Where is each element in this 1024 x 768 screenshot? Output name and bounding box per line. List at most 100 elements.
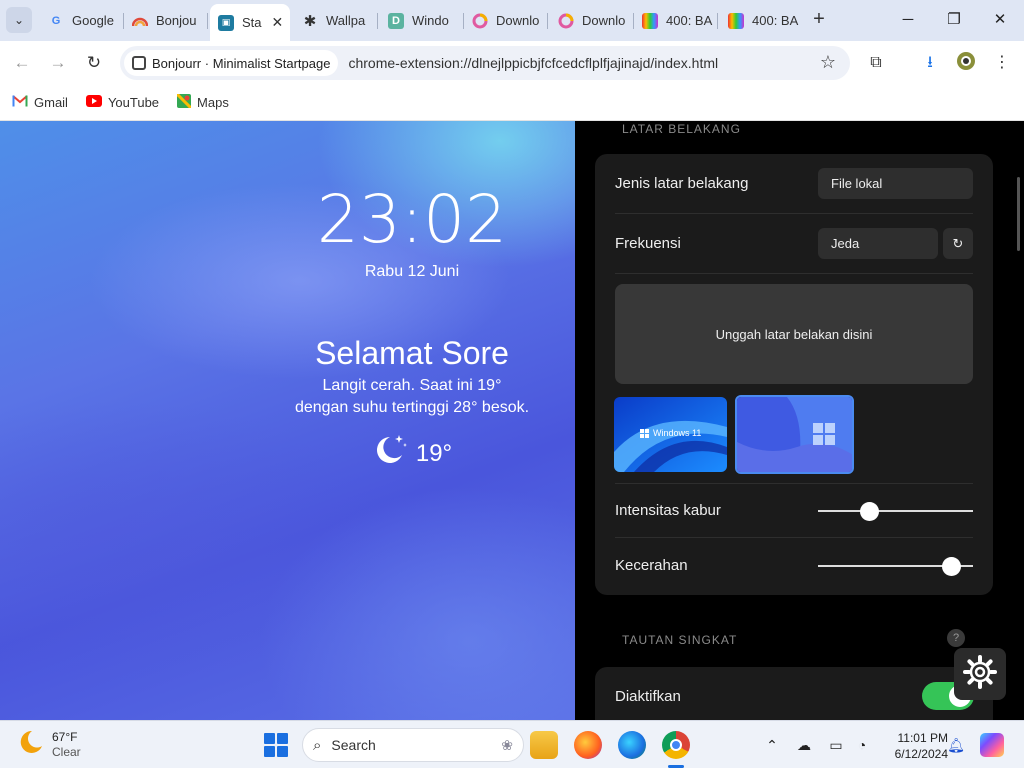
firefox-icon[interactable]	[574, 731, 602, 759]
shortcuts-section-title: TAUTAN SINGKAT	[622, 633, 738, 647]
minimize-icon: ─	[902, 11, 914, 28]
refresh-icon: ↻	[952, 235, 964, 251]
tab-label: Downlo	[582, 13, 626, 28]
edge-icon[interactable]	[618, 731, 646, 759]
background-card: Jenis latar belakang File lokal Frekuens…	[595, 154, 993, 595]
bg-type-select[interactable]: File lokal	[818, 168, 973, 199]
taskbar-search[interactable]: ⌕ Search ❀	[302, 728, 524, 762]
back-button[interactable]: ←	[8, 49, 36, 77]
upload-text: Unggah latar belakan disini	[715, 326, 873, 342]
tab-download-1[interactable]: Downlo	[464, 6, 548, 35]
notification-bell-icon[interactable]: 🔔︎	[946, 735, 966, 755]
bookmark-star-icon[interactable]: ☆	[820, 52, 836, 73]
browser-toolbar: ← → ↻ Bonjourr · Minimalist Startpage ch…	[0, 41, 1024, 85]
taskbar-weather[interactable]: 67°F Clear	[18, 729, 81, 760]
tab-strip: ⌄ G Google Bonjou ▣ Sta ✕ ✱ Wallpa D Win…	[0, 0, 1024, 41]
reload-button[interactable]: ↻	[80, 49, 108, 77]
file-explorer-icon[interactable]	[530, 731, 558, 759]
tab-google[interactable]: G Google	[40, 6, 124, 35]
arrow-left-icon: ←	[13, 53, 31, 72]
tv-icon	[728, 12, 744, 29]
tab-search-button[interactable]: ⌄	[6, 7, 32, 33]
bookmark-gmail[interactable]: Gmail	[12, 95, 68, 110]
download-icon[interactable]: ⭳	[918, 51, 942, 75]
tab-startpage[interactable]: ▣ Sta ✕	[210, 4, 290, 41]
reload-icon: ↻	[86, 53, 102, 72]
blur-slider[interactable]	[818, 501, 973, 521]
tab-label: Google	[72, 13, 114, 28]
extension-icon	[132, 56, 146, 70]
weather-condition: Clear	[52, 744, 81, 759]
bg-type-row: Jenis latar belakang File lokal	[615, 154, 973, 214]
gmail-icon	[12, 95, 28, 110]
start-button[interactable]	[264, 733, 288, 757]
settings-panel: LATAR BELAKANG Jenis latar belakang File…	[575, 121, 1024, 720]
gear-icon	[962, 654, 998, 695]
address-bar[interactable]: Bonjourr · Minimalist Startpage chrome-e…	[120, 46, 850, 80]
tab-error-1[interactable]: 400: BA	[634, 6, 718, 35]
profile-avatar[interactable]	[954, 51, 978, 75]
close-tab-icon[interactable]: ✕	[272, 14, 284, 31]
brightness-slider-thumb[interactable]	[942, 556, 962, 576]
forward-button[interactable]: →	[44, 49, 72, 77]
refresh-button[interactable]: ↻	[943, 228, 973, 259]
ring-icon	[472, 13, 488, 29]
bookmark-maps[interactable]: Maps	[175, 92, 229, 111]
help-icon[interactable]: ?	[947, 629, 965, 647]
frequency-label: Frekuensi	[615, 235, 681, 252]
thumb-caption: Windows 11	[653, 428, 702, 438]
settings-button[interactable]	[954, 648, 1006, 700]
chevron-up-icon[interactable]: ⌃	[762, 735, 782, 755]
search-icon: ⌕	[313, 736, 322, 754]
restore-button[interactable]: ❐	[942, 8, 966, 32]
temperature-value: 19°	[415, 439, 453, 467]
bg-type-label: Jenis latar belakang	[615, 175, 749, 192]
plus-icon: +	[813, 8, 825, 30]
frequency-select[interactable]: Jeda	[818, 228, 938, 259]
google-icon: G	[51, 14, 61, 27]
weather-temp: 67°F	[52, 729, 78, 744]
network-offline-icon[interactable]: ☁	[794, 735, 814, 755]
tab-label: Wallpa	[326, 13, 366, 28]
search-placeholder: Search	[331, 737, 376, 753]
tab-download-2[interactable]: Downlo	[550, 6, 634, 35]
close-window-button[interactable]: ✕	[988, 8, 1012, 32]
enabled-label: Diaktifkan	[615, 688, 681, 705]
moon-icon	[18, 729, 44, 760]
youtube-icon	[85, 95, 102, 110]
copilot-icon[interactable]	[980, 733, 1004, 757]
maps-icon	[175, 92, 193, 111]
upload-dropzone[interactable]: Unggah latar belakan disini	[615, 284, 973, 384]
blur-slider-thumb[interactable]	[860, 501, 880, 521]
new-tab-button[interactable]: +	[808, 8, 830, 32]
tab-error-2[interactable]: 400: BA	[720, 6, 804, 35]
display-icon[interactable]: ▭	[826, 735, 846, 755]
more-menu-icon[interactable]: ⋮	[990, 51, 1014, 75]
restore-icon: ❐	[947, 11, 961, 28]
site-info-chip[interactable]: Bonjourr · Minimalist Startpage	[124, 50, 339, 76]
background-thumbnail-1[interactable]: Windows 11	[614, 397, 727, 472]
bookmarks-bar: Gmail YouTube Maps	[0, 85, 1024, 121]
tab-bonjourr[interactable]: Bonjou	[124, 6, 208, 35]
volume-icon[interactable]: ◔	[852, 735, 872, 755]
bookmark-youtube[interactable]: YouTube	[85, 95, 159, 110]
scrollbar-thumb[interactable]	[1017, 177, 1020, 251]
minimize-button[interactable]: ─	[896, 8, 920, 32]
taskbar-clock[interactable]: 11:01 PM 6/12/2024	[880, 730, 948, 762]
close-icon: ✕	[993, 11, 1007, 28]
tab-wallpaper[interactable]: ✱ Wallpa	[294, 6, 378, 35]
brightness-row: Kecerahan	[615, 538, 973, 593]
background-thumbnail-2-selected[interactable]	[735, 395, 854, 474]
ring-icon	[558, 13, 574, 29]
chrome-icon[interactable]	[662, 731, 690, 759]
extensions-icon[interactable]: ⧉	[864, 51, 888, 75]
brightness-slider[interactable]	[818, 556, 973, 576]
background-section-title: LATAR BELAKANG	[622, 122, 741, 136]
frequency-row: Frekuensi Jeda ↻	[615, 214, 973, 274]
tab-windows[interactable]: D Windo	[380, 6, 464, 35]
chevron-down-icon: ⌄	[13, 13, 25, 27]
tab-label: Bonjou	[156, 13, 197, 28]
moon-stars-icon	[372, 433, 408, 474]
tab-label: 400: BA	[666, 13, 713, 28]
url-text[interactable]: chrome-extension://dlnejlppicbjfcfcedcfl…	[348, 55, 718, 71]
